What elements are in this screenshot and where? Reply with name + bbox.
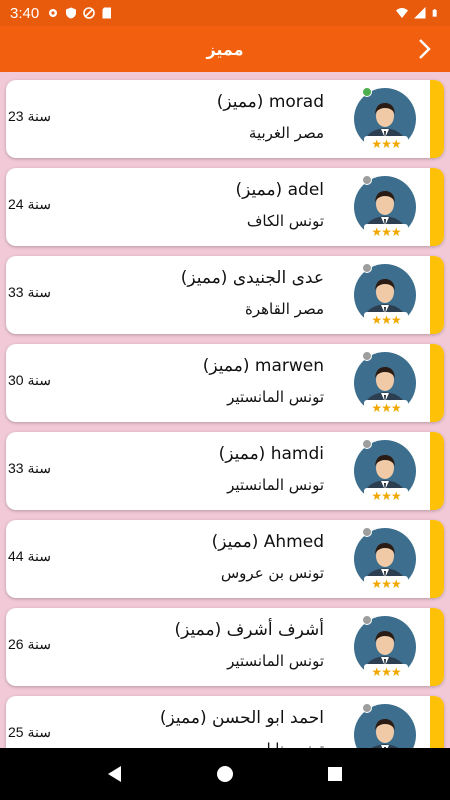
- user-name: أشرف أشرف (مميز): [174, 620, 324, 640]
- user-location: تونس نابل: [260, 740, 324, 748]
- signal-icon: [414, 7, 426, 19]
- rating-stars: ★★★: [364, 664, 408, 680]
- status-time: 3:40: [10, 4, 40, 22]
- rating-stars: ★★★: [364, 136, 408, 152]
- card-accent-strip: [430, 432, 444, 510]
- blocked-icon: [83, 7, 96, 19]
- user-name: adel (مميز): [235, 180, 324, 200]
- user-card[interactable]: ★★★ morad (مميز) مصر الغربية 23 سنة: [6, 80, 444, 158]
- back-chevron-icon[interactable]: [412, 36, 436, 62]
- user-age: 33 سنة: [8, 460, 51, 476]
- user-age: 26 سنة: [8, 636, 51, 652]
- status-bar: 3:40: [0, 0, 450, 26]
- wifi-icon: [396, 8, 408, 18]
- page-title: مميز: [206, 39, 244, 59]
- user-card[interactable]: ★★★ marwen (مميز) تونس المانستير 30 سنة: [6, 344, 444, 422]
- user-name: hamdi (مميز): [218, 444, 324, 464]
- user-location: مصر الغربية: [248, 124, 324, 142]
- user-location: تونس المانستير: [227, 476, 324, 494]
- user-card[interactable]: ★★★ احمد ابو الحسن (مميز) تونس نابل 25 س…: [6, 696, 444, 748]
- user-age: 44 سنة: [8, 548, 51, 564]
- rating-stars: ★★★: [364, 312, 408, 328]
- user-location: تونس بن عروس: [220, 564, 324, 582]
- sd-card-icon: [102, 7, 112, 19]
- card-accent-strip: [430, 344, 444, 422]
- status-dot: [362, 703, 372, 713]
- card-accent-strip: [430, 696, 444, 748]
- card-accent-strip: [430, 520, 444, 598]
- user-age: 25 سنة: [8, 724, 51, 740]
- user-name: Ahmed (مميز): [211, 532, 324, 552]
- status-dot: [362, 87, 372, 97]
- user-age: 23 سنة: [8, 108, 51, 124]
- user-card[interactable]: ★★★ adel (مميز) تونس الكاف 24 سنة: [6, 168, 444, 246]
- user-card[interactable]: ★★★ Ahmed (مميز) تونس بن عروس 44 سنة: [6, 520, 444, 598]
- user-age: 24 سنة: [8, 196, 51, 212]
- user-list[interactable]: ★★★ morad (مميز) مصر الغربية 23 سنة ★★★ …: [0, 72, 450, 748]
- user-location: تونس الكاف: [246, 212, 324, 230]
- rating-stars: ★★★: [364, 576, 408, 592]
- status-dot: [362, 439, 372, 449]
- card-accent-strip: [430, 168, 444, 246]
- user-name: marwen (مميز): [202, 356, 324, 376]
- rating-stars: ★★★: [364, 224, 408, 240]
- status-dot: [362, 351, 372, 361]
- nav-back-icon[interactable]: [103, 762, 127, 786]
- user-location: مصر القاهرة: [244, 300, 324, 318]
- user-card[interactable]: ★★★ عدى الجنيدى (مميز) مصر القاهرة 33 سن…: [6, 256, 444, 334]
- rating-stars: ★★★: [364, 400, 408, 416]
- user-location: تونس المانستير: [227, 652, 324, 670]
- status-dot: [362, 615, 372, 625]
- rating-stars: ★★★: [364, 488, 408, 504]
- user-name: عدى الجنيدى (مميز): [180, 268, 324, 288]
- gear-icon: [49, 9, 58, 17]
- user-name: احمد ابو الحسن (مميز): [159, 708, 324, 728]
- user-age: 30 سنة: [8, 372, 51, 388]
- app-bar: مميز: [0, 26, 450, 72]
- user-card[interactable]: ★★★ hamdi (مميز) تونس المانستير 33 سنة: [6, 432, 444, 510]
- navigation-bar: [0, 748, 450, 800]
- status-dot: [362, 175, 372, 185]
- user-name: morad (مميز): [216, 92, 324, 112]
- card-accent-strip: [430, 80, 444, 158]
- battery-icon: [432, 9, 437, 17]
- nav-home-icon[interactable]: [213, 762, 237, 786]
- nav-recents-icon[interactable]: [323, 762, 347, 786]
- status-dot: [362, 527, 372, 537]
- user-age: 33 سنة: [8, 284, 51, 300]
- status-dot: [362, 263, 372, 273]
- user-card[interactable]: ★★★ أشرف أشرف (مميز) تونس المانستير 26 س…: [6, 608, 444, 686]
- shield-icon: [66, 7, 77, 19]
- card-accent-strip: [430, 256, 444, 334]
- card-accent-strip: [430, 608, 444, 686]
- user-location: تونس المانستير: [227, 388, 324, 406]
